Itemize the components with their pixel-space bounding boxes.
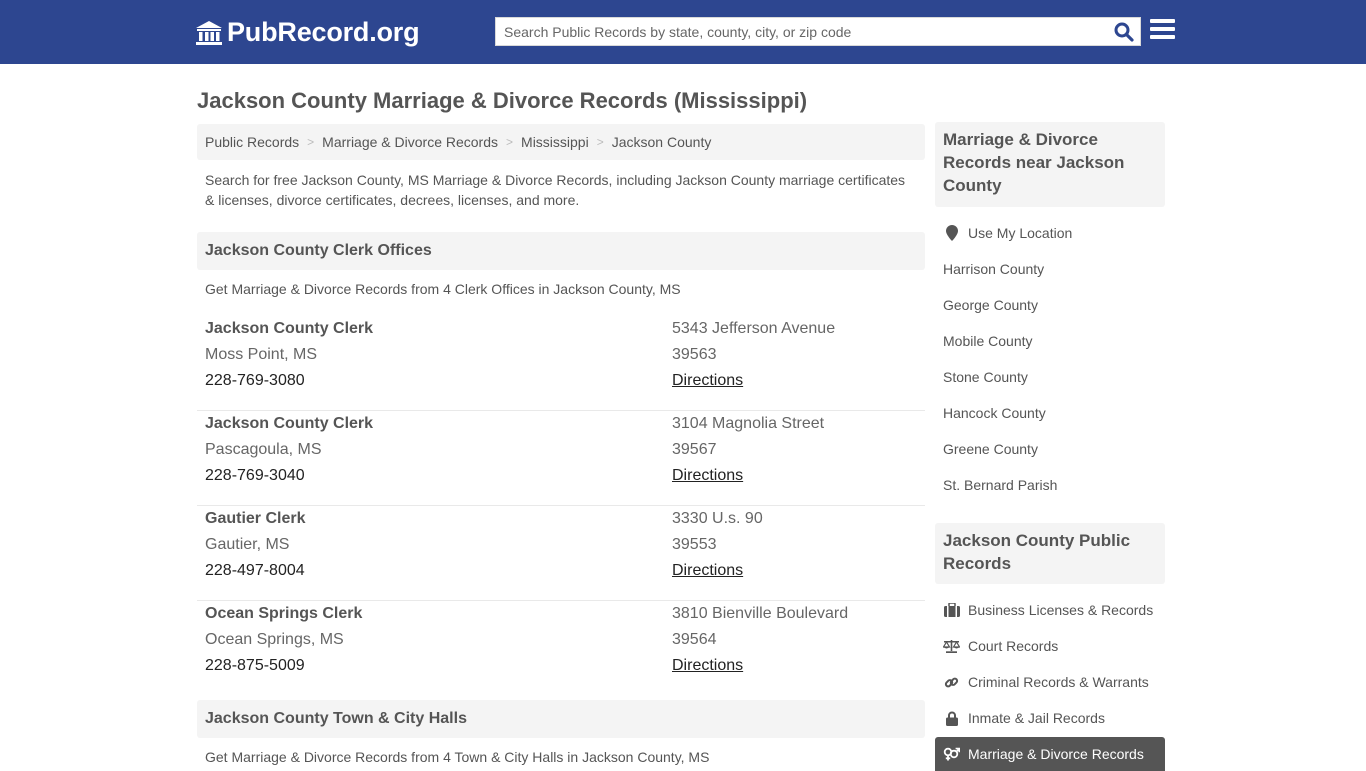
breadcrumb: Public Records > Marriage & Divorce Reco… [197, 124, 925, 160]
nearby-greene-county[interactable]: Greene County [935, 433, 1165, 465]
nearby-heading: Marriage & Divorce Records near Jackson … [935, 122, 1165, 207]
office-name: Gautier Clerk [205, 510, 306, 527]
sidebar-item-inmate-records[interactable]: Inmate & Jail Records [935, 702, 1165, 734]
sidebar-item-marriage-divorce[interactable]: Marriage & Divorce Records [935, 737, 1165, 771]
courthouse-icon [196, 20, 222, 45]
search-box [495, 17, 1141, 46]
office-name: Ocean Springs Clerk [205, 605, 363, 622]
breadcrumb-separator: > [506, 135, 514, 149]
breadcrumb-public-records[interactable]: Public Records [205, 134, 299, 150]
sidebar-item-business-licenses[interactable]: Business Licenses & Records [935, 594, 1165, 626]
link-icon [943, 674, 960, 690]
site-logo[interactable]: PubRecord.org [195, 17, 420, 48]
office-zip: 39563 [672, 346, 717, 363]
office-phone[interactable]: 228-769-3080 [205, 368, 373, 394]
office-city: Gautier, MS [205, 536, 290, 553]
office-address: 5343 Jefferson Avenue [672, 320, 836, 337]
city-halls-heading: Jackson County Town & City Halls [197, 700, 925, 738]
office-phone[interactable]: 228-769-3040 [205, 463, 373, 489]
breadcrumb-mississippi[interactable]: Mississippi [521, 134, 589, 150]
intro-text: Search for free Jackson County, MS Marri… [205, 172, 906, 208]
logo-text: PubRecord.org [227, 17, 420, 47]
nearby-george-county[interactable]: George County [935, 289, 1165, 321]
scale-icon [943, 638, 960, 654]
nearby-stone-county[interactable]: Stone County [935, 361, 1165, 393]
hamburger-menu-icon[interactable] [1150, 19, 1175, 41]
city-halls-subtitle: Get Marriage & Divorce Records from 4 To… [205, 749, 710, 765]
briefcase-icon [943, 602, 960, 618]
office-name: Jackson County Clerk [205, 415, 374, 432]
gender-icon [943, 746, 960, 762]
office-zip: 39564 [672, 631, 717, 648]
sidebar-item-label: Business Licenses & Records [968, 602, 1154, 618]
lock-icon [943, 710, 960, 726]
sidebar-item-label: Court Records [968, 638, 1059, 654]
office-address: 3330 U.s. 90 [672, 510, 763, 527]
office-address: 3104 Magnolia Street [672, 415, 825, 432]
office-zip: 39553 [672, 536, 717, 553]
office-city: Ocean Springs, MS [205, 631, 344, 648]
page-title: Jackson County Marriage & Divorce Record… [197, 88, 808, 113]
use-my-location-label: Use My Location [968, 225, 1073, 241]
nearby-mobile-county[interactable]: Mobile County [935, 325, 1165, 357]
search-icon [1114, 22, 1134, 42]
nearby-harrison-county[interactable]: Harrison County [935, 253, 1165, 285]
sidebar-item-label: Marriage & Divorce Records [968, 746, 1144, 762]
public-records-heading: Jackson County Public Records [935, 523, 1165, 584]
breadcrumb-separator: > [307, 135, 315, 149]
sidebar-item-label: Criminal Records & Warrants [968, 674, 1149, 690]
use-my-location-link[interactable]: Use My Location [935, 217, 1165, 249]
directions-link[interactable]: Directions [672, 372, 743, 389]
nearby-st-bernard-parish[interactable]: St. Bernard Parish [935, 469, 1165, 501]
office-address: 3810 Bienville Boulevard [672, 605, 849, 622]
office-item: Jackson County Clerk Moss Point, MS 228-… [197, 316, 925, 411]
directions-link[interactable]: Directions [672, 657, 743, 674]
office-city: Pascagoula, MS [205, 441, 322, 458]
office-zip: 39567 [672, 441, 717, 458]
office-item: Ocean Springs Clerk Ocean Springs, MS 22… [197, 601, 925, 696]
map-marker-icon [943, 225, 960, 241]
nearby-hancock-county[interactable]: Hancock County [935, 397, 1165, 429]
breadcrumb-separator: > [596, 135, 604, 149]
clerk-offices-subtitle: Get Marriage & Divorce Records from 4 Cl… [205, 281, 681, 297]
office-name: Jackson County Clerk [205, 320, 374, 337]
search-input[interactable] [496, 18, 1096, 45]
search-button[interactable] [1112, 21, 1136, 43]
office-item: Jackson County Clerk Pascagoula, MS 228-… [197, 411, 925, 506]
sidebar-item-criminal-records[interactable]: Criminal Records & Warrants [935, 666, 1165, 698]
top-navbar: PubRecord.org [0, 0, 1366, 64]
clerk-offices-heading: Jackson County Clerk Offices [197, 232, 925, 270]
breadcrumb-marriage-divorce[interactable]: Marriage & Divorce Records [322, 134, 498, 150]
office-phone[interactable]: 228-875-5009 [205, 653, 362, 679]
breadcrumb-jackson-county[interactable]: Jackson County [612, 134, 712, 150]
office-city: Moss Point, MS [205, 346, 318, 363]
sidebar-item-label: Inmate & Jail Records [968, 710, 1105, 726]
office-phone[interactable]: 228-497-8004 [205, 558, 305, 584]
directions-link[interactable]: Directions [672, 562, 743, 579]
office-item: Gautier Clerk Gautier, MS 228-497-8004 3… [197, 506, 925, 601]
directions-link[interactable]: Directions [672, 467, 743, 484]
sidebar-item-court-records[interactable]: Court Records [935, 630, 1165, 662]
